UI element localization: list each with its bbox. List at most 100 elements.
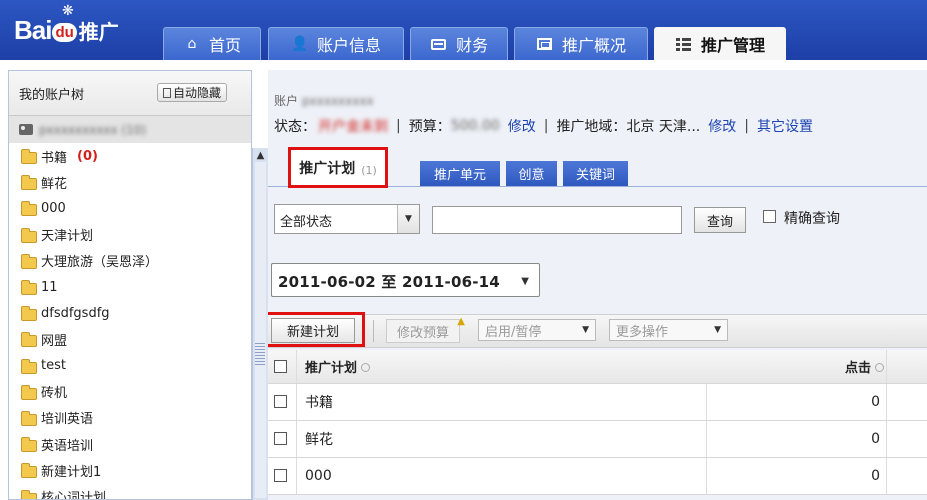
budget-value: 500.00 [450,118,500,134]
tab-keyword[interactable]: 关键词 [563,161,628,186]
splitter-grip-icon[interactable] [255,343,265,365]
nav-tab-label: 推广概况 [561,36,626,55]
nav-tab-overview[interactable]: 推广概况 [514,27,648,60]
tree-item[interactable]: 天津计划 [9,222,251,248]
logo-suffix: 推广 [78,19,119,44]
chevron-down-icon: ▼ [714,325,721,335]
divider: | [396,118,401,134]
tree-item-label: 11 [41,279,58,295]
edit-budget-label: 修改预算 [396,325,449,341]
account-label: 账户 pxxxxxxxxx [274,92,374,109]
folder-icon [21,332,37,348]
tree-item[interactable]: 培训英语 [9,405,251,431]
tree-item[interactable]: 核心词计划 [9,483,251,499]
tree-item[interactable]: 书籍 (0) [9,143,251,169]
paw-icon: ❋ [62,3,74,19]
tree-item-label: 000 [41,200,66,216]
col-header-clicks[interactable]: 点击 [706,350,886,383]
table-header: 推广计划 点击 [268,350,927,384]
tab-plan[interactable]: 推广计划 (1) [288,147,388,188]
row-checkbox[interactable] [274,432,287,445]
col-header-plan-label: 推广计划 [305,361,358,376]
tree-item[interactable]: 英语培训 [9,431,251,457]
tree-item[interactable]: 砖机 [9,379,251,405]
modify-region-link[interactable]: 修改 [708,116,736,136]
divider: | [543,118,549,134]
tree-item[interactable]: test [9,353,251,379]
search-button[interactable]: 查询 [694,207,746,233]
tree-item[interactable]: 鲜花 [9,169,251,195]
more-actions-dropdown[interactable]: 更多操作 ▼ [609,319,728,341]
folder-icon [21,149,37,165]
tab-plan-count: (1) [361,164,377,177]
exact-search-checkbox[interactable] [763,210,776,223]
tree-account-root[interactable]: pxxxxxxxxxx (10) [9,116,251,143]
tree-item-label: 大理旅游（吴恩泽） [41,255,159,271]
extra-cell [886,384,927,420]
chevron-up-icon[interactable]: ▲ [255,150,266,161]
folder-icon [21,227,37,243]
chevron-down-icon[interactable]: ▼ [397,205,419,233]
nav-tab-account-info[interactable]: 👤 账户信息 [268,27,404,60]
nav-tab-label: 首页 [208,36,241,55]
tree-item-label: 新建计划1 [41,464,102,480]
tab-unit[interactable]: 推广单元 [420,161,500,186]
enable-pause-dropdown[interactable]: 启用/暂停 ▼ [478,319,596,341]
clicks-cell: 0 [706,458,886,494]
edit-budget-button[interactable]: 修改预算 ▲ [386,316,465,343]
new-plan-button[interactable]: 新建计划 [271,318,355,343]
status-label: 状态： [274,119,316,135]
account-icon [19,124,33,135]
search-input[interactable] [432,206,682,234]
account-tree-sidebar: 我的账户树 自动隐藏 pxxxxxxxxxx (10) 书籍 (0) 鲜花 000… [8,70,252,500]
folder-icon [21,437,37,453]
exact-search-label: 精确查询 [784,211,840,227]
screen-icon [536,36,554,52]
row-checkbox[interactable] [274,469,287,482]
plan-name-cell[interactable]: 鲜花 [296,421,706,457]
tree-title: 我的账户树 [19,88,85,103]
tree-item[interactable]: 11 [9,274,251,300]
other-settings-link[interactable]: 其它设置 [757,116,813,136]
tree-item-label: 书籍 [41,150,68,166]
modify-budget-link[interactable]: 修改 [508,116,536,136]
more-actions-label: 更多操作 [616,324,669,340]
tab-plan-label: 推广计划 [299,160,356,177]
plan-name-cell[interactable]: 000 [296,458,706,494]
date-range-picker[interactable]: 2011-06-02 至 2011-06-14 ▼ [271,263,540,297]
extra-cell [886,421,927,457]
status-filter-value: 全部状态 [280,215,333,230]
tree-item-count: (0) [77,148,98,164]
status-filter-select[interactable]: 全部状态 ▼ [274,204,420,234]
autohide-button[interactable]: 自动隐藏 [157,83,228,102]
tree-list: 书籍 (0) 鲜花 000 天津计划 大理旅游（吴恩泽） 11 dfsdfgsdf… [9,143,251,499]
col-header-extra [886,350,927,383]
folder-icon [21,253,37,269]
col-header-plan[interactable]: 推广计划 [296,350,706,383]
collapse-icon [163,87,171,98]
account-name: pxxxxxxxxxx (10) [39,122,147,137]
plan-name-cell[interactable]: 书籍 [296,384,706,420]
folder-icon [21,201,37,217]
tree-item[interactable]: dfsdfgsdfg [9,300,251,326]
tree-item-label: dfsdfgsdfg [41,305,110,321]
nav-tab-management[interactable]: 推广管理 [654,27,786,60]
account-value: pxxxxxxxxx [302,94,374,108]
table-row: 书籍 0 [268,384,927,421]
tree-item[interactable]: 大理旅游（吴恩泽） [9,248,251,274]
select-all-checkbox[interactable] [274,360,287,373]
nav-tab-finance[interactable]: 财务 [410,27,508,60]
folder-icon [21,384,37,400]
sidebar-splitter[interactable]: ▲ [252,148,268,500]
nav-tab-home[interactable]: ⌂ 首页 [163,27,261,60]
status-value: 开户金未到 [318,119,388,135]
row-checkbox[interactable] [274,395,287,408]
autohide-label: 自动隐藏 [173,86,222,100]
baidu-logo[interactable]: Bai du ❋ 推广 [14,3,119,48]
tree-item[interactable]: 000 [9,195,251,221]
tree-item[interactable]: 网盟 [9,326,251,352]
table-row: 000 0 [268,458,927,495]
nav-tab-label: 财务 [455,36,488,55]
tab-creative[interactable]: 创意 [506,161,557,186]
tree-item[interactable]: 新建计划1 [9,457,251,483]
